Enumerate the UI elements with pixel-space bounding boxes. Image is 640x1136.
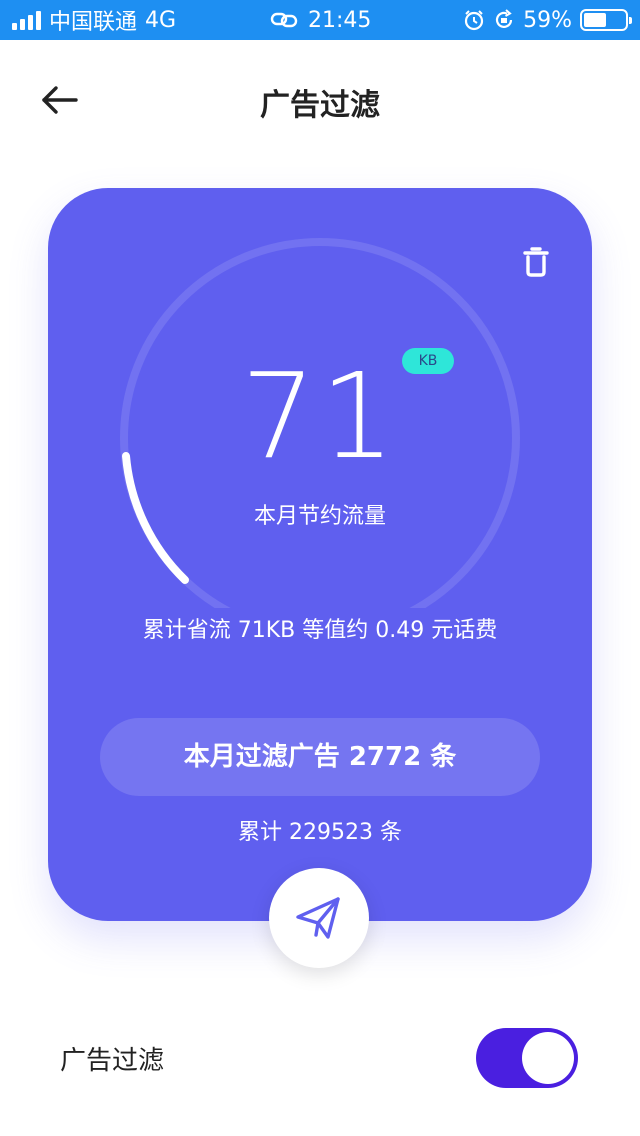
link-icon — [270, 12, 298, 28]
trash-button[interactable] — [516, 242, 556, 282]
saved-value: 71 — [240, 347, 400, 485]
share-button[interactable] — [269, 868, 369, 968]
status-time: 21:45 — [308, 7, 372, 33]
saved-caption: 本月节约流量 — [253, 504, 386, 529]
unit-badge: KB — [402, 348, 454, 374]
signal-icon — [12, 10, 41, 30]
ad-filter-label: 广告过滤 — [60, 1046, 165, 1076]
rotation-lock-icon — [496, 9, 513, 29]
status-right: 59% — [463, 0, 632, 40]
battery-percent: 59% — [523, 7, 572, 33]
page-title: 广告过滤 — [260, 88, 380, 123]
alarm-icon — [464, 10, 484, 31]
network-type: 4G — [145, 7, 177, 33]
total-filtered-text: 累计 229523 条 — [238, 820, 402, 845]
total-saved-text: 累计省流 71KB 等值约 0.49 元话费 — [142, 618, 498, 643]
traffic-card: 71 KB 本月节约流量 累计省流 71KB 等值约 0.49 元话费 本月过滤… — [48, 188, 592, 921]
toggle-knob — [522, 1032, 574, 1084]
battery-icon — [580, 9, 632, 31]
carrier-name: 中国联通 — [49, 10, 138, 35]
ad-filter-toggle[interactable] — [476, 1028, 578, 1088]
trash-icon — [523, 247, 549, 277]
page-header: 广告过滤 — [0, 40, 640, 160]
monthly-filtered-pill: 本月过滤广告 2772 条 — [100, 718, 540, 796]
paper-plane-icon — [296, 897, 340, 939]
status-left: 中国联通 4G — [12, 0, 176, 40]
status-bar: 中国联通 4G 21:45 59% — [0, 0, 640, 40]
status-center: 21:45 — [270, 0, 371, 40]
